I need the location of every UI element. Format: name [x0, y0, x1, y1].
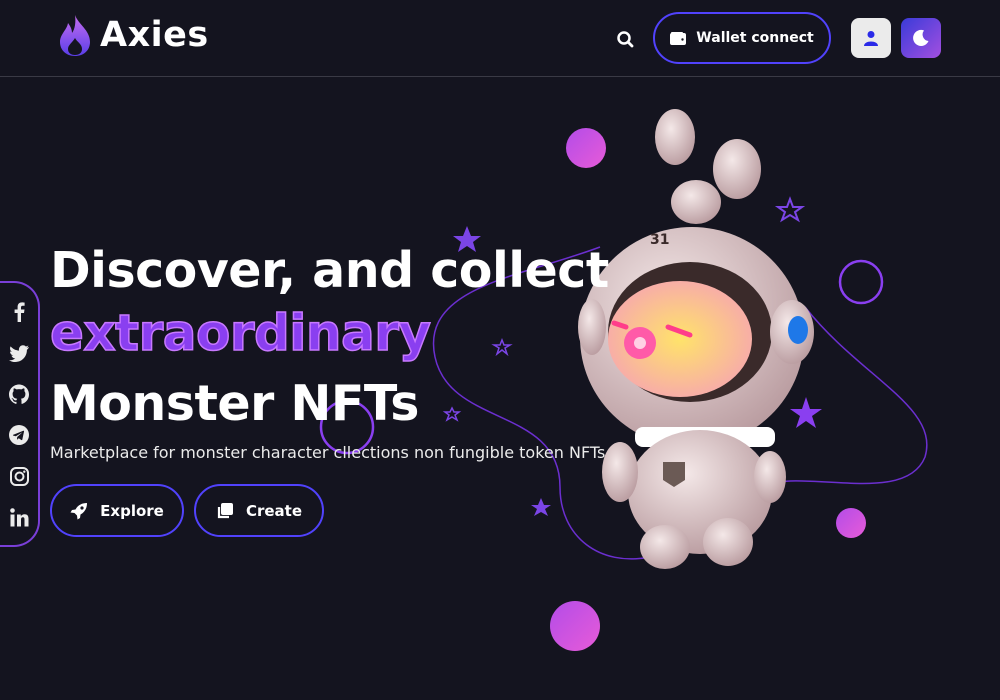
twitter-icon [9, 344, 29, 362]
search-icon [617, 31, 634, 48]
hero-subtitle: Marketplace for monster character cllect… [50, 443, 606, 462]
hero-title-highlight: extraordinary [49, 303, 431, 363]
brand-logo[interactable]: Axies [58, 14, 209, 56]
facebook-icon [14, 302, 25, 322]
github-icon [9, 384, 29, 404]
user-icon [864, 31, 878, 46]
instagram-icon [9, 466, 29, 486]
brand-name: Axies [100, 15, 209, 55]
decor-ring [838, 259, 884, 305]
decor-star [442, 406, 462, 422]
explore-button[interactable]: Explore [50, 484, 184, 537]
explore-label: Explore [100, 501, 164, 520]
create-label: Create [245, 501, 303, 520]
theme-toggle-button[interactable] [901, 18, 941, 58]
linkedin-link[interactable] [8, 506, 30, 528]
wallet-connect-button[interactable]: Wallet connect [653, 12, 831, 64]
decor-ball [566, 128, 606, 168]
social-sidebar [0, 281, 40, 547]
hero-title-line3: Monster NFTs [50, 375, 419, 432]
search-button[interactable] [612, 26, 638, 52]
github-link[interactable] [8, 383, 30, 405]
decor-ball [836, 508, 866, 538]
wallet-icon [670, 31, 687, 45]
decor-star [531, 498, 551, 516]
instagram-link[interactable] [8, 465, 30, 487]
telegram-link[interactable] [8, 424, 30, 446]
decor-star [790, 397, 822, 428]
hero-title-line1: Discover, and collect [50, 242, 609, 299]
wallet-connect-label: Wallet connect [696, 30, 814, 46]
top-nav: Axies Wallet connect [0, 0, 1000, 77]
create-button[interactable]: Create [194, 484, 324, 537]
decor-star [491, 337, 513, 357]
svg-text:31: 31 [650, 232, 669, 248]
moon-icon [913, 29, 929, 46]
twitter-link[interactable] [8, 342, 30, 364]
decor-star [774, 196, 806, 223]
copy-icon [217, 502, 233, 518]
facebook-link[interactable] [8, 301, 30, 323]
linkedin-icon [9, 507, 28, 526]
telegram-icon [9, 425, 29, 445]
rocket-icon [70, 502, 88, 519]
user-profile-button[interactable] [851, 18, 891, 58]
decor-ball [550, 601, 600, 651]
flame-logo-icon [60, 15, 90, 56]
monster-astronaut: 31 [578, 109, 814, 569]
